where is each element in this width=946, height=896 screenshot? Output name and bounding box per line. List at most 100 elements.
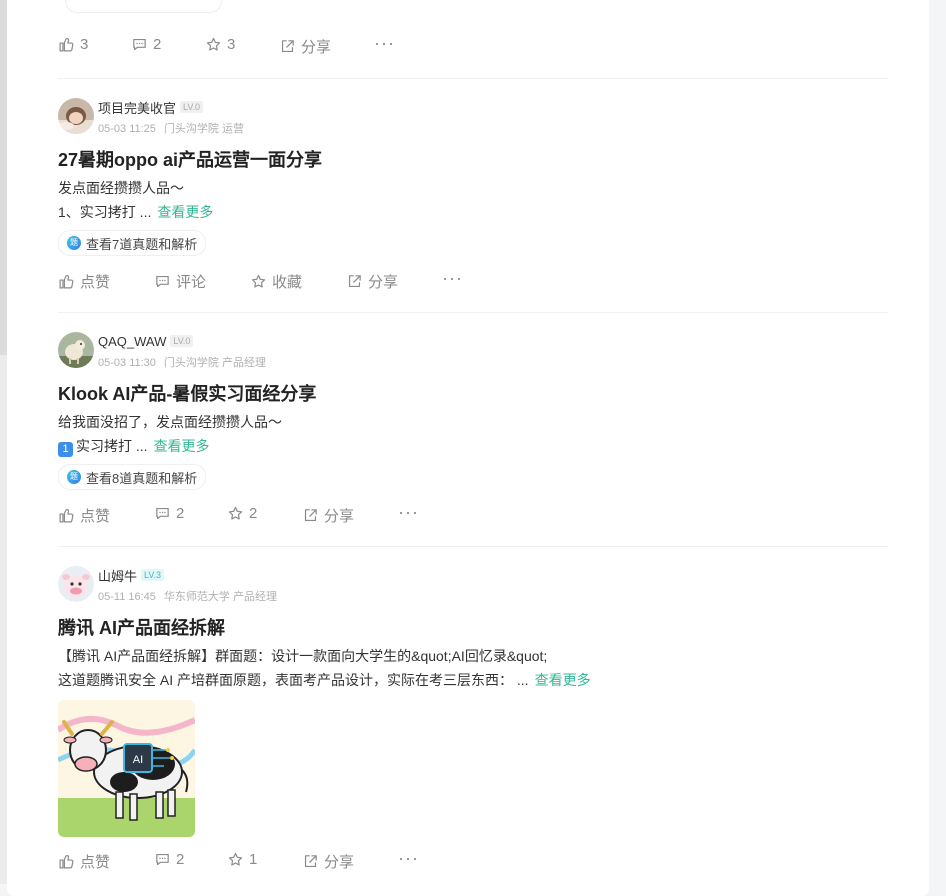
- post-title[interactable]: 27暑期oppo ai产品运营一面分享: [58, 146, 322, 172]
- post-date: 05-03 11:30: [98, 357, 156, 369]
- level-badge: LV.3: [141, 569, 165, 581]
- share-button[interactable]: 分享: [302, 851, 354, 872]
- star-icon: [228, 506, 243, 520]
- like-label: 点赞: [80, 854, 111, 871]
- post-date: 05-11 16:45: [98, 591, 156, 603]
- post-item[interactable]: 项目完美收官 LV.0 05-03 11:25 门头沟学院 运营 27暑期oppo…: [58, 98, 888, 298]
- comment-label: 评论: [176, 274, 207, 291]
- left-scrollbar-thumb[interactable]: [0, 0, 7, 355]
- ellipsis-icon[interactable]: ···: [374, 34, 395, 52]
- post-body-text: 这道题腾讯安全 AI 产培群面原题，表面考产品设计，实际在考三层东西： ...: [58, 672, 529, 688]
- comment-button[interactable]: 2: [131, 36, 161, 53]
- avatar[interactable]: [58, 566, 94, 602]
- share-icon: [281, 40, 294, 53]
- post-item[interactable]: QAQ_WAW LV.0 05-03 11:30 门头沟学院 产品经理 Klook…: [58, 332, 888, 532]
- post-date: 05-03 11:25: [98, 123, 156, 135]
- post-body-line: 给我面没招了，发点面经攒攒人品～: [58, 414, 282, 430]
- comment-icon: [156, 507, 169, 520]
- like-count: 3: [80, 36, 89, 53]
- username[interactable]: 山姆牛: [98, 566, 137, 585]
- favorite-button[interactable]: 2: [227, 505, 257, 522]
- thumb-up-icon: [59, 275, 74, 289]
- left-scrollbar[interactable]: [0, 0, 7, 884]
- star-icon: [228, 852, 243, 866]
- comment-icon: [133, 38, 146, 51]
- comment-button[interactable]: 2: [154, 505, 184, 522]
- like-button[interactable]: 3: [58, 36, 88, 53]
- ellipsis-icon[interactable]: ···: [398, 503, 419, 521]
- post-title[interactable]: Klook AI产品-暑假实习面经分享: [58, 380, 316, 406]
- post-actions: 点赞 评论 收藏 分享 ···: [58, 269, 888, 293]
- favorite-count: 3: [227, 36, 236, 53]
- comment-count: 2: [153, 36, 162, 53]
- ai-chip-label: AI: [133, 754, 143, 766]
- questions-tag-chip[interactable]: 题 查看8道真题和解析: [58, 464, 207, 490]
- question-icon: 题: [67, 236, 81, 250]
- share-button[interactable]: 分享: [302, 505, 354, 526]
- tag-label: 查看8道真题和解析: [86, 470, 198, 486]
- comment-count: 2: [176, 851, 185, 868]
- avatar-image: [58, 332, 94, 368]
- avatar-image: [58, 98, 94, 134]
- post-meta: 05-03 11:30 门头沟学院 产品经理: [98, 354, 266, 370]
- view-more-link[interactable]: 查看更多: [535, 672, 591, 688]
- post-meta: 05-11 16:45 华东师范大学 产品经理: [98, 588, 277, 604]
- thumb-up-icon: [59, 855, 74, 869]
- username[interactable]: QAQ_WAW: [98, 334, 166, 349]
- level-badge: LV.0: [180, 101, 204, 113]
- previous-post-actions: 3 2 3 分享 ···: [58, 34, 888, 58]
- share-icon: [304, 855, 317, 868]
- view-more-link[interactable]: 查看更多: [157, 204, 213, 220]
- tag-label: 查看7道真题和解析: [86, 236, 198, 252]
- comment-button[interactable]: 2: [154, 851, 184, 868]
- share-icon: [304, 509, 317, 522]
- post-image[interactable]: AI: [58, 700, 195, 837]
- author-row: 项目完美收官 LV.0 05-03 11:25 门头沟学院 运营: [58, 98, 658, 135]
- star-icon: [251, 274, 266, 288]
- like-label: 点赞: [80, 508, 111, 525]
- share-button[interactable]: 分享: [346, 271, 398, 292]
- view-more-link[interactable]: 查看更多: [154, 438, 210, 454]
- author-affiliation: 门头沟学院 产品经理: [163, 357, 266, 369]
- ellipsis-icon[interactable]: ···: [442, 269, 463, 287]
- author-affiliation: 华东师范大学 产品经理: [163, 591, 277, 603]
- favorite-label: 收藏: [272, 274, 303, 291]
- author-affiliation: 门头沟学院 运营: [163, 123, 244, 135]
- avatar[interactable]: [58, 332, 94, 368]
- like-button[interactable]: 点赞: [58, 505, 110, 526]
- avatar[interactable]: [58, 98, 94, 134]
- thumb-up-icon: [59, 509, 74, 523]
- post-item[interactable]: 山姆牛 LV.3 05-11 16:45 华东师范大学 产品经理 腾讯 AI产品面…: [58, 566, 888, 884]
- post-actions: 点赞 2 1 分享 ···: [58, 849, 888, 873]
- share-button[interactable]: 分享: [279, 36, 331, 57]
- thumb-up-icon: [59, 38, 74, 52]
- share-label: 分享: [324, 508, 355, 525]
- author-row: QAQ_WAW LV.0 05-03 11:30 门头沟学院 产品经理: [58, 332, 658, 370]
- share-label: 分享: [368, 274, 399, 291]
- post-body-line: 这道题腾讯安全 AI 产培群面原题，表面考产品设计，实际在考三层东西： ... 查…: [58, 670, 591, 690]
- share-label: 分享: [324, 854, 355, 871]
- favorite-count: 2: [249, 505, 258, 522]
- keycap-one-emoji: 1: [58, 442, 73, 457]
- share-icon: [348, 275, 361, 288]
- favorite-button[interactable]: 3: [205, 36, 235, 53]
- post-body-line: 1、实习拷打 ... 查看更多: [58, 202, 213, 222]
- post-actions: 点赞 2 2 分享 ···: [58, 503, 888, 527]
- like-button[interactable]: 点赞: [58, 851, 110, 872]
- like-button[interactable]: 点赞: [58, 271, 110, 292]
- post-body-text: 实习拷打 ...: [76, 438, 148, 454]
- author-row: 山姆牛 LV.3 05-11 16:45 华东师范大学 产品经理: [58, 566, 658, 604]
- comment-icon: [156, 853, 169, 866]
- comment-button[interactable]: 评论: [154, 271, 206, 292]
- favorite-button[interactable]: 1: [227, 851, 257, 868]
- post-body-line: 发点面经攒攒人品～: [58, 180, 184, 196]
- comment-icon: [156, 275, 169, 288]
- previous-tag-chip[interactable]: [65, 0, 222, 13]
- ellipsis-icon[interactable]: ···: [398, 849, 419, 867]
- favorite-button[interactable]: 收藏: [250, 271, 302, 292]
- username[interactable]: 项目完美收官: [98, 98, 176, 117]
- divider: [58, 312, 888, 313]
- questions-tag-chip[interactable]: 题 查看7道真题和解析: [58, 230, 207, 256]
- post-title[interactable]: 腾讯 AI产品面经拆解: [58, 614, 225, 640]
- post-body-line: 【腾讯 AI产品面经拆解】群面题：设计一款面向大学生的&quot;AI回忆录&q…: [58, 648, 548, 664]
